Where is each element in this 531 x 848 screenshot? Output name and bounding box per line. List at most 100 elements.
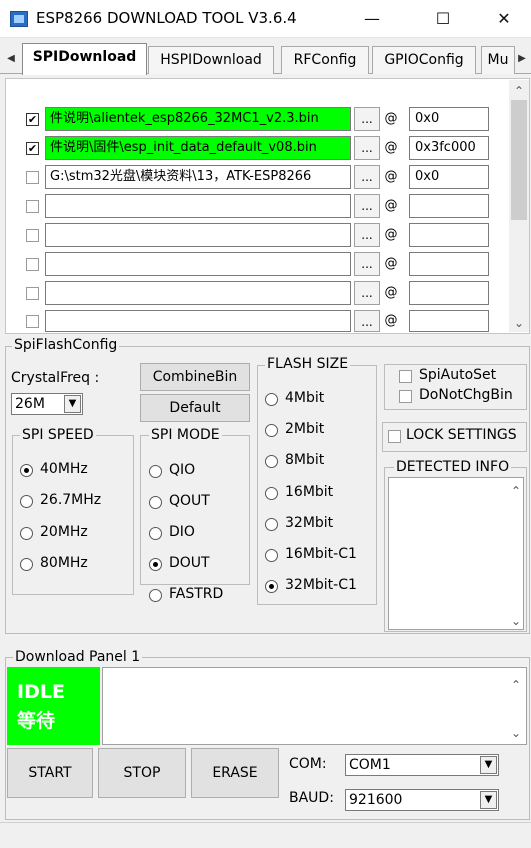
file-8-path-input[interactable]: [45, 310, 351, 332]
spi-mode-qio-label[interactable]: QIO: [169, 462, 195, 478]
scroll-down-icon[interactable]: ⌄: [509, 314, 529, 332]
flash-size-2mbit-label[interactable]: 2Mbit: [285, 421, 324, 437]
spi-speed-40mhz-label[interactable]: 40MHz: [40, 461, 88, 477]
file-4-address-input[interactable]: [409, 194, 489, 218]
download-log-scroll-down-icon[interactable]: ⌄: [506, 724, 526, 742]
spi-mode-dout-radio[interactable]: [149, 558, 162, 571]
detected-info-scroll-up-icon[interactable]: ⌃: [506, 482, 526, 500]
file-2-browse-button[interactable]: ...: [354, 136, 380, 160]
flash-size-8mbit-label[interactable]: 8Mbit: [285, 452, 324, 468]
file-list-scroll-thumb[interactable]: [511, 100, 527, 220]
baud-rate-select[interactable]: 921600: [345, 789, 499, 811]
flash-size-32mbit-label[interactable]: 32Mbit: [285, 515, 333, 531]
file-3-path-input[interactable]: G:\stm32光盘\模块资料\13，ATK-ESP8266: [45, 165, 351, 189]
spi-auto-set-label[interactable]: SpiAutoSet: [419, 367, 496, 383]
flash-size-16mbit-c1-radio[interactable]: [265, 549, 278, 562]
lock-settings-label[interactable]: LOCK SETTINGS: [406, 427, 517, 443]
tab-rfconfig[interactable]: RFConfig: [281, 46, 369, 74]
tab-spidownload[interactable]: SPIDownload: [22, 43, 147, 75]
spi-auto-set-checkbox[interactable]: [399, 370, 412, 383]
file-5-browse-button[interactable]: ...: [354, 223, 380, 247]
spi-mode-dout-label[interactable]: DOUT: [169, 555, 210, 571]
start-button[interactable]: START: [7, 748, 93, 798]
flash-size-16mbit-c1-label[interactable]: 16Mbit-C1: [285, 546, 357, 562]
maximize-button[interactable]: ☐: [420, 0, 466, 38]
tab-more[interactable]: Mu: [481, 46, 515, 74]
file-3-browse-button[interactable]: ...: [354, 165, 380, 189]
flash-size-32mbit-c1-label[interactable]: 32Mbit-C1: [285, 577, 357, 593]
spi-mode-qio-radio[interactable]: [149, 465, 162, 478]
tab-scroll-left-icon[interactable]: ◀: [4, 50, 18, 68]
file-6-checkbox[interactable]: [26, 258, 39, 271]
file-4-checkbox[interactable]: [26, 200, 39, 213]
detected-info-scroll-down-icon[interactable]: ⌄: [506, 612, 526, 630]
flash-size-32mbit-radio[interactable]: [265, 518, 278, 531]
spi-speed-40mhz-radio[interactable]: [20, 464, 33, 477]
file-3-address-input[interactable]: 0x0: [409, 165, 489, 189]
spi-speed-20mhz-label[interactable]: 20MHz: [40, 524, 88, 540]
file-2-path-input[interactable]: 件说明\固件\esp_init_data_default_v08.bin: [45, 136, 351, 160]
tab-hspidownload[interactable]: HSPIDownload: [148, 46, 274, 74]
default-button[interactable]: Default: [140, 394, 250, 422]
spi-mode-qout-radio[interactable]: [149, 496, 162, 509]
crystal-freq-dropdown-icon[interactable]: ▼: [64, 395, 81, 413]
file-3-checkbox[interactable]: [26, 171, 39, 184]
combine-bin-button[interactable]: CombineBin: [140, 363, 250, 391]
file-8-address-input[interactable]: [409, 310, 489, 332]
minimize-button[interactable]: —: [349, 0, 395, 38]
flash-size-2mbit-radio[interactable]: [265, 424, 278, 437]
file-8-checkbox[interactable]: [26, 315, 39, 328]
spi-mode-dio-label[interactable]: DIO: [169, 524, 195, 540]
com-port-select[interactable]: COM1: [345, 754, 499, 776]
file-4-path-input[interactable]: [45, 194, 351, 218]
lock-settings-checkbox[interactable]: [388, 430, 401, 443]
file-6-path-input[interactable]: [45, 252, 351, 276]
stop-button[interactable]: STOP: [98, 748, 186, 798]
do-not-chg-bin-label[interactable]: DoNotChgBin: [419, 387, 513, 403]
file-4-browse-button[interactable]: ...: [354, 194, 380, 218]
file-6-browse-button[interactable]: ...: [354, 252, 380, 276]
spi-speed-20mhz-radio[interactable]: [20, 527, 33, 540]
file-1-browse-button[interactable]: ...: [354, 107, 380, 131]
file-5-address-input[interactable]: [409, 223, 489, 247]
file-2-address-input[interactable]: 0x3fc000: [409, 136, 489, 160]
flash-size-32mbit-c1-radio[interactable]: [265, 580, 278, 593]
file-7-browse-button[interactable]: ...: [354, 281, 380, 305]
file-5-path-input[interactable]: [45, 223, 351, 247]
file-2-checkbox[interactable]: ✔: [26, 142, 39, 155]
spi-mode-fastrd-radio[interactable]: [149, 589, 162, 602]
detected-info-label: DETECTED INFO: [394, 459, 512, 475]
flash-size-4mbit-label[interactable]: 4Mbit: [285, 390, 324, 406]
spi-speed-80mhz-radio[interactable]: [20, 558, 33, 571]
spi-mode-dio-radio[interactable]: [149, 527, 162, 540]
file-8-browse-button[interactable]: ...: [354, 310, 380, 332]
file-7-address-input[interactable]: [409, 281, 489, 305]
file-7-checkbox[interactable]: [26, 287, 39, 300]
scroll-up-icon[interactable]: ⌃: [509, 82, 529, 100]
flash-size-16mbit-label[interactable]: 16Mbit: [285, 484, 333, 500]
spi-mode-qout-label[interactable]: QOUT: [169, 493, 210, 509]
erase-button[interactable]: ERASE: [191, 748, 279, 798]
file-7-path-input[interactable]: [45, 281, 351, 305]
flash-size-8mbit-radio[interactable]: [265, 455, 278, 468]
spi-speed-26mhz-label[interactable]: 26.7MHz: [40, 492, 101, 508]
file-1-address-input[interactable]: 0x0: [409, 107, 489, 131]
tab-gpioconfig[interactable]: GPIOConfig: [372, 46, 476, 74]
com-port-dropdown-icon[interactable]: ▼: [480, 756, 497, 774]
close-button[interactable]: ✕: [481, 0, 527, 38]
file-6-address-input[interactable]: [409, 252, 489, 276]
tab-scroll-right-icon[interactable]: ▶: [515, 50, 529, 68]
detected-info-textarea[interactable]: [388, 477, 524, 630]
download-log-textarea[interactable]: [102, 667, 527, 745]
do-not-chg-bin-checkbox[interactable]: [399, 390, 412, 403]
file-1-path-input[interactable]: 件说明\alientek_esp8266_32MC1_v2.3.bin: [45, 107, 351, 131]
file-1-checkbox[interactable]: ✔: [26, 113, 39, 126]
baud-rate-dropdown-icon[interactable]: ▼: [480, 791, 497, 809]
spi-speed-80mhz-label[interactable]: 80MHz: [40, 555, 88, 571]
flash-size-4mbit-radio[interactable]: [265, 393, 278, 406]
spi-speed-26mhz-radio[interactable]: [20, 495, 33, 508]
flash-size-16mbit-radio[interactable]: [265, 487, 278, 500]
spi-mode-fastrd-label[interactable]: FASTRD: [169, 586, 223, 602]
file-5-checkbox[interactable]: [26, 229, 39, 242]
download-log-scroll-up-icon[interactable]: ⌃: [506, 676, 526, 694]
